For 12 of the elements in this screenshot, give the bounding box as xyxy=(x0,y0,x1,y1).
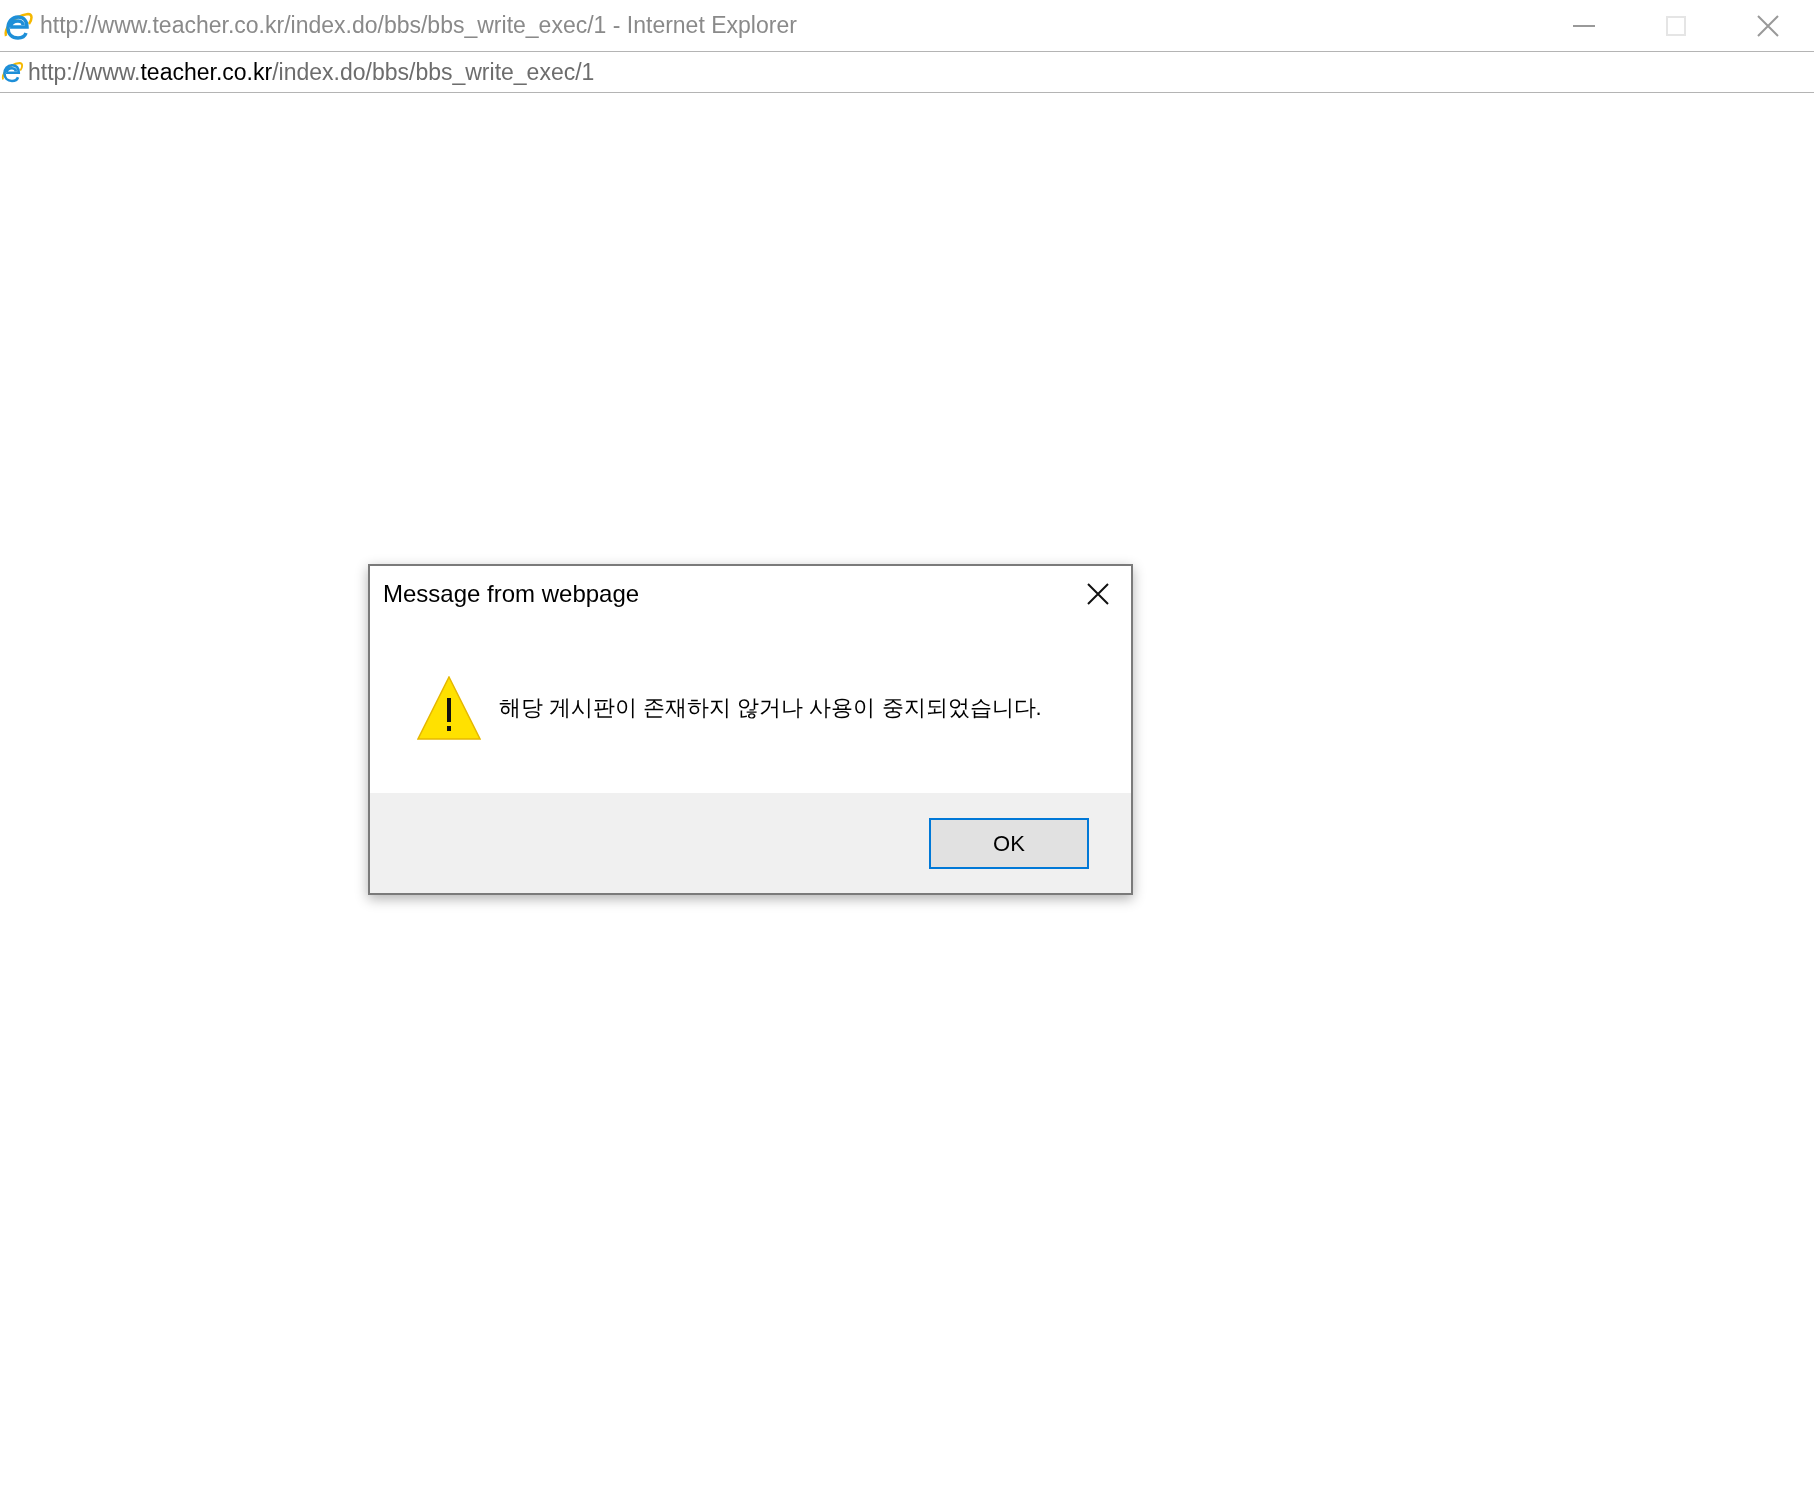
window-title: http://www.teacher.co.kr/index.do/bbs/bbs_write_exec/1 - Internet Explorer xyxy=(40,11,797,41)
maximize-icon xyxy=(1666,15,1686,36)
dialog-title: Message from webpage xyxy=(383,579,640,609)
close-icon xyxy=(1757,14,1779,37)
minimize-icon xyxy=(1573,24,1595,27)
page-icon xyxy=(0,60,24,84)
dialog-message: 해당 게시판이 존재하지 않거나 사용이 중지되었습니다. xyxy=(499,694,1042,722)
ok-button[interactable]: OK xyxy=(929,817,1089,869)
close-icon xyxy=(1087,583,1109,605)
warning-icon xyxy=(417,675,481,740)
address-bar[interactable]: http://www.teacher.co.kr/index.do/bbs/bbs_write_exec/1 xyxy=(0,52,1814,93)
address-url: http://www.teacher.co.kr/index.do/bbs/bbs_write_exec/1 xyxy=(28,57,595,87)
